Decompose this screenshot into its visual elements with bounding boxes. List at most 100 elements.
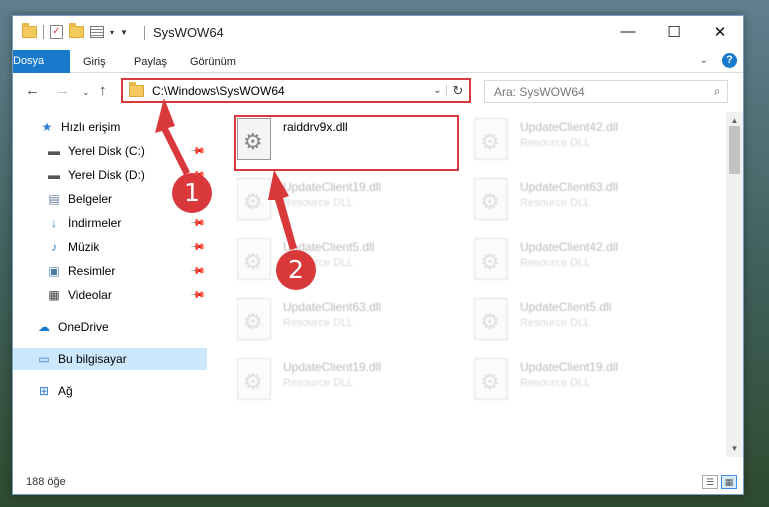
sidebar-item-label: Bu bilgisayar (58, 352, 127, 366)
help-icon[interactable]: ? (722, 53, 737, 68)
large-icons-view-icon[interactable]: ▦ (721, 475, 737, 489)
file-name: UpdateClient19.dll (283, 180, 382, 194)
pin-icon[interactable]: 📌 (188, 239, 205, 256)
sidebar-item-label: Müzik (68, 240, 100, 254)
tab-view[interactable]: Görünüm (180, 51, 246, 73)
pin-icon[interactable]: 📌 (188, 215, 205, 232)
sidebar-item-drive-c[interactable]: ▬ Yerel Disk (C:) 📌 (13, 140, 207, 162)
list-item[interactable]: UpdateClient5.dll Resource DLL (474, 298, 704, 348)
expand-ribbon-icon[interactable]: ⌄ (700, 55, 708, 66)
file-type: Resource DLL (520, 137, 591, 149)
address-row: ← → ⌄ ↑ C:\Windows\SysWOW64 ⌄ ↻ Ara: Sys… (13, 76, 743, 106)
callout-2: 2 (276, 250, 316, 290)
network-icon: ⊞ (38, 384, 50, 398)
navigation-pane: ★ Hızlı erişim ▬ Yerel Disk (C:) 📌 ▬ Yer… (13, 112, 207, 457)
title-bar: ✓ ▾ ▼ SysWOW64 — ☐ ✕ (13, 16, 743, 49)
sidebar-item-videos[interactable]: ▦ Videolar 📌 (13, 284, 207, 306)
dll-file-icon (474, 178, 508, 220)
pin-icon[interactable]: 📌 (188, 143, 205, 160)
drive-icon: ▬ (48, 144, 60, 158)
refresh-icon[interactable]: ↻ (447, 83, 469, 99)
sidebar-item-label: Resimler (68, 264, 116, 278)
list-item[interactable]: UpdateClient19.dll Resource DLL (237, 358, 467, 408)
up-arrow-icon[interactable]: ↑ (99, 82, 107, 99)
tab-share[interactable]: Paylaş (124, 51, 177, 73)
file-name: UpdateClient42.dll (520, 120, 619, 134)
file-type: Resource DLL (520, 317, 591, 329)
search-placeholder[interactable]: Ara: SysWOW64 (494, 85, 707, 99)
new-folder-icon[interactable] (69, 23, 84, 38)
pin-icon[interactable]: 📌 (188, 287, 205, 304)
chevron-down-icon[interactable]: ▾ (110, 28, 114, 37)
title-divider (144, 26, 145, 40)
file-type: Resource DLL (520, 377, 591, 389)
window-controls: — ☐ ✕ (605, 16, 743, 47)
search-icon[interactable]: ⌕ (707, 84, 727, 99)
list-item[interactable]: UpdateClient63.dll Resource DLL (474, 178, 704, 228)
scroll-thumb[interactable] (729, 126, 740, 174)
forward-arrow-icon[interactable]: → (55, 82, 70, 99)
list-item[interactable]: UpdateClient42.dll Resource DLL (474, 238, 704, 288)
file-name: UpdateClient19.dll (520, 360, 619, 374)
sidebar-item-pictures[interactable]: ▣ Resimler 📌 (13, 260, 207, 282)
details-view-icon[interactable]: ☰ (702, 475, 718, 489)
dll-file-icon (237, 298, 271, 340)
properties-icon[interactable] (90, 26, 104, 38)
file-type: Resource DLL (283, 197, 354, 209)
sidebar-item-onedrive[interactable]: ☁ OneDrive (13, 316, 207, 338)
minimize-button[interactable]: — (605, 16, 651, 47)
dll-file-icon (474, 298, 508, 340)
vertical-scrollbar[interactable]: ▲ ▼ (726, 112, 743, 457)
back-arrow-icon[interactable]: ← (25, 82, 40, 99)
explorer-window: ✓ ▾ ▼ SysWOW64 — ☐ ✕ Dosya Giriş Paylaş … (12, 15, 744, 495)
file-type: Resource DLL (283, 377, 354, 389)
address-path[interactable]: C:\Windows\SysWOW64 (152, 84, 429, 98)
sidebar-item-label: Videolar (68, 288, 112, 302)
drive-icon: ▬ (48, 168, 60, 182)
music-icon: ♪ (51, 240, 57, 254)
sidebar-item-label: Yerel Disk (C:) (68, 144, 145, 158)
sidebar-item-music[interactable]: ♪ Müzik 📌 (13, 236, 207, 258)
sidebar-item-label: Hızlı erişim (61, 120, 121, 134)
list-item[interactable]: UpdateClient63.dll Resource DLL (237, 298, 467, 348)
pictures-icon: ▣ (48, 264, 60, 278)
customize-toolbar-icon[interactable]: ▼ (120, 28, 128, 37)
computer-icon: ▭ (38, 352, 50, 366)
list-item[interactable]: UpdateClient19.dll Resource DLL (474, 358, 704, 408)
folder-icon (129, 81, 144, 97)
file-name: UpdateClient5.dll (520, 300, 612, 314)
list-item[interactable]: UpdateClient5.dll Resource DLL (237, 238, 467, 288)
list-item[interactable]: UpdateClient19.dll Resource DLL (237, 178, 467, 228)
view-switcher: ☰ ▦ (702, 475, 737, 489)
dll-file-icon (237, 358, 271, 400)
search-input[interactable]: Ara: SysWOW64 ⌕ (484, 80, 728, 103)
address-bar[interactable]: C:\Windows\SysWOW64 ⌄ ↻ (121, 78, 471, 103)
file-highlight-box (234, 115, 459, 171)
tab-home[interactable]: Giriş (73, 51, 116, 73)
sidebar-item-quick-access[interactable]: ★ Hızlı erişim (13, 116, 207, 138)
dll-file-icon (474, 358, 508, 400)
dll-file-icon (237, 238, 271, 280)
list-item[interactable]: UpdateClient42.dll Resource DLL (474, 118, 704, 168)
star-icon: ★ (41, 120, 53, 134)
file-name: UpdateClient42.dll (520, 240, 619, 254)
sidebar-item-downloads[interactable]: ↓ İndirmeler 📌 (13, 212, 207, 234)
tab-file[interactable]: Dosya (13, 50, 70, 73)
window-title: SysWOW64 (153, 25, 224, 40)
item-count: 188 öğe (26, 476, 66, 488)
dll-file-icon (474, 118, 508, 160)
address-dropdown-icon[interactable]: ⌄ (429, 85, 447, 96)
properties-check-icon[interactable]: ✓ (50, 25, 63, 39)
pin-icon[interactable]: 📌 (188, 263, 205, 280)
sidebar-item-network[interactable]: ⊞ Ağ (13, 380, 207, 402)
sidebar-item-label: Ağ (58, 384, 73, 398)
close-button[interactable]: ✕ (697, 16, 743, 47)
maximize-button[interactable]: ☐ (651, 16, 697, 47)
dll-file-icon (237, 178, 271, 220)
dll-file-icon (474, 238, 508, 280)
file-name: UpdateClient63.dll (520, 180, 619, 194)
callout-1: 1 (172, 173, 212, 213)
sidebar-item-this-pc[interactable]: ▭ Bu bilgisayar (13, 348, 207, 370)
scroll-down-icon[interactable]: ▼ (726, 440, 743, 457)
recent-locations-icon[interactable]: ⌄ (82, 87, 90, 98)
